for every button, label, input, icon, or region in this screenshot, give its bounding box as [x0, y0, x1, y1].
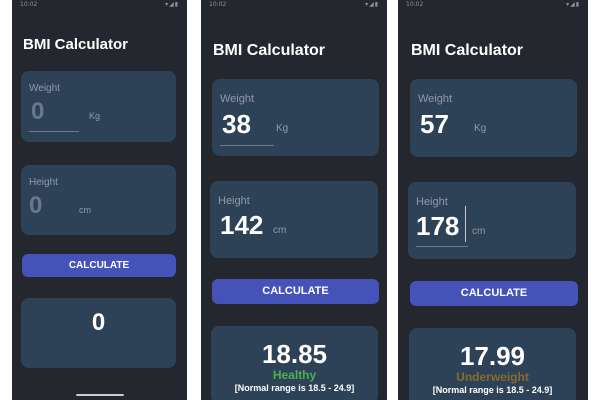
- bmi-value: 17.99: [459, 341, 526, 371]
- weight-input[interactable]: 38: [222, 109, 251, 140]
- height-unit: cm: [273, 225, 287, 236]
- height-label: Height: [416, 196, 448, 208]
- status-time: 10:02: [20, 1, 38, 8]
- app-title: BMI Calculator: [23, 36, 129, 53]
- status-bar: 10:02 ▾◢▮: [406, 1, 580, 10]
- height-input-underline: [416, 246, 468, 247]
- status-icons: ▾◢▮: [165, 1, 179, 8]
- bmi-category: Underweight: [456, 370, 529, 384]
- result-card: 0: [21, 298, 176, 368]
- text-cursor: [465, 206, 466, 242]
- phone-screen-initial: 10:02 ▾◢▮ BMI Calculator Weight 0 Kg Hei…: [12, 0, 187, 400]
- normal-range-text: [Normal range is 18.5 - 24.9]: [234, 383, 355, 393]
- height-input[interactable]: 142: [220, 210, 263, 241]
- weight-input-underline: [220, 145, 274, 146]
- status-icons: ▾◢▮: [566, 1, 580, 8]
- weight-label: Weight: [220, 93, 255, 105]
- height-unit: cm: [79, 205, 91, 215]
- normal-range-text: [Normal range is 18.5 - 24.9]: [432, 385, 553, 395]
- status-icons: ▾◢▮: [365, 1, 379, 8]
- weight-unit: Kg: [474, 123, 487, 134]
- height-card: Height 0 cm: [21, 165, 176, 235]
- bmi-value: 0: [91, 309, 106, 336]
- app-title: BMI Calculator: [213, 42, 326, 59]
- weight-input[interactable]: 0: [31, 98, 44, 126]
- status-bar: 10:02 ▾◢▮: [20, 1, 179, 10]
- calculate-button[interactable]: CALCULATE: [212, 279, 379, 304]
- weight-card: Weight 38 Kg: [212, 79, 379, 156]
- height-label: Height: [29, 177, 58, 188]
- weight-unit: Kg: [89, 111, 101, 121]
- height-input[interactable]: 178: [416, 211, 459, 242]
- app-title: BMI Calculator: [411, 42, 524, 59]
- height-unit: cm: [472, 226, 486, 237]
- bmi-category: Healthy: [272, 368, 317, 382]
- result-card: 17.99 Underweight [Normal range is 18.5 …: [409, 328, 576, 400]
- height-input[interactable]: 0: [29, 192, 42, 220]
- status-time: 10:02: [406, 1, 424, 8]
- calculate-button[interactable]: CALCULATE: [22, 254, 176, 277]
- weight-label: Weight: [29, 83, 60, 94]
- phone-screen-underweight: 10:02 ▾◢▮ BMI Calculator Weight 57 Kg He…: [398, 0, 588, 400]
- phone-screen-healthy: 10:02 ▾◢▮ BMI Calculator Weight 38 Kg He…: [201, 0, 387, 400]
- weight-input-underline: [29, 131, 79, 132]
- calculate-button[interactable]: CALCULATE: [410, 281, 578, 306]
- status-time: 10:02: [209, 1, 227, 8]
- home-indicator: [75, 394, 124, 396]
- weight-card: Weight 57 Kg: [410, 79, 577, 157]
- height-label: Height: [218, 195, 250, 207]
- height-card: Height 178 cm: [408, 182, 576, 259]
- height-card: Height 142 cm: [210, 181, 378, 258]
- status-bar: 10:02 ▾◢▮: [209, 1, 379, 10]
- weight-input[interactable]: 57: [420, 109, 449, 140]
- weight-unit: Kg: [276, 123, 289, 134]
- weight-card: Weight 0 Kg: [21, 71, 176, 142]
- result-card: 18.85 Healthy [Normal range is 18.5 - 24…: [211, 326, 378, 400]
- weight-label: Weight: [418, 93, 453, 105]
- bmi-value: 18.85: [261, 339, 328, 369]
